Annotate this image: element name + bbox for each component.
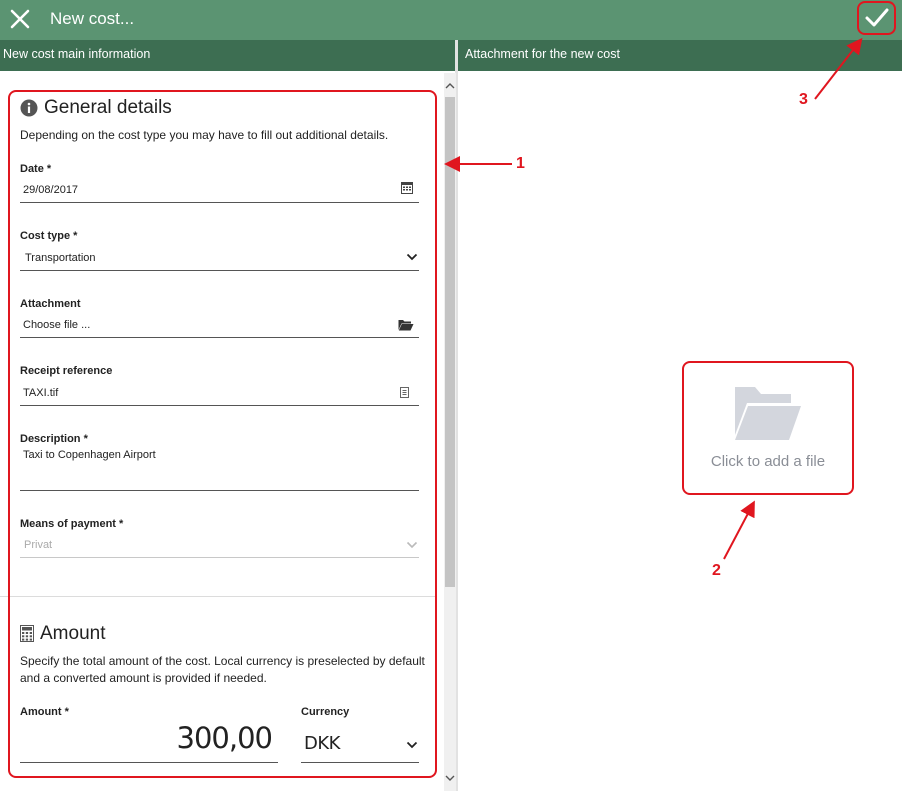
main-info-panel-header: New cost main information <box>0 40 455 71</box>
chevron-up-icon <box>445 83 455 89</box>
attachment-panel-header: Attachment for the new cost <box>458 40 902 71</box>
scroll-down-arrow[interactable] <box>444 771 456 783</box>
top-bar: New cost... <box>0 0 902 40</box>
window-title: New cost... <box>50 9 135 28</box>
close-button[interactable] <box>9 8 31 30</box>
close-icon <box>10 9 30 29</box>
annotation-box-dropzone <box>682 361 854 495</box>
annotation-number-3: 3 <box>799 91 808 108</box>
annotation-number-2: 2 <box>712 562 721 579</box>
scrollbar-thumb[interactable] <box>445 97 455 587</box>
annotation-number-1: 1 <box>516 155 525 172</box>
annotation-box-save <box>857 1 896 35</box>
chevron-down-icon <box>445 775 455 781</box>
scroll-up-arrow[interactable] <box>444 79 456 91</box>
annotation-arrow-2 <box>723 500 755 560</box>
annotation-box-general-panel <box>8 90 437 778</box>
